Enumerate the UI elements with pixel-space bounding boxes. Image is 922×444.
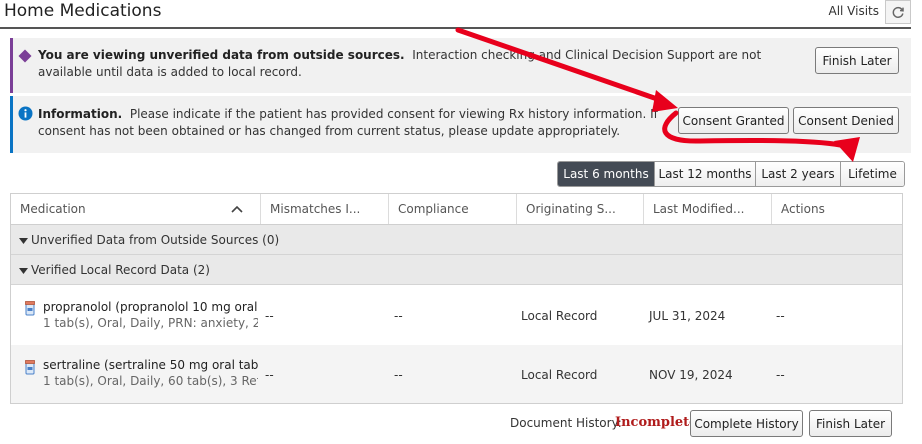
compliance-cell: -- — [394, 368, 403, 382]
finish-later-button-bottom[interactable]: Finish Later — [809, 410, 892, 437]
table-row[interactable]: sertraline (sertraline 50 mg oral tablet… — [11, 345, 902, 403]
complete-history-button[interactable]: Complete History — [690, 410, 803, 437]
origin-cell: Local Record — [521, 368, 598, 382]
mismatches-cell: -- — [265, 309, 274, 323]
title-bar: Home Medications All Visits — [0, 0, 911, 29]
medication-cell: propranolol (propranolol 10 mg oral tabl… — [43, 300, 258, 330]
consent-denied-button[interactable]: Consent Denied — [793, 107, 899, 134]
time-range-filter: Last 6 months Last 12 months Last 2 year… — [557, 161, 905, 187]
medication-details: 1 tab(s), Oral, Daily, 60 tab(s), 3 Refi… — [43, 374, 258, 388]
column-header-actions[interactable]: Actions — [771, 194, 902, 224]
column-header-compliance[interactable]: Compliance — [388, 194, 516, 224]
column-header-mismatches[interactable]: Mismatches I... — [260, 194, 388, 224]
table-header: Medication Mismatches I... Compliance Or… — [11, 194, 902, 225]
finish-later-button-top[interactable]: Finish Later — [815, 47, 899, 74]
column-header-originating-source[interactable]: Originating S... — [516, 194, 643, 224]
last-modified-cell: JUL 31, 2024 — [649, 309, 726, 323]
filter-last-6-months[interactable]: Last 6 months — [558, 162, 655, 186]
caret-down-icon — [19, 237, 28, 244]
group-verified[interactable]: Verified Local Record Data (2) — [11, 255, 902, 285]
consent-info-text: Please indicate if the patient has provi… — [38, 107, 658, 138]
caret-down-icon — [19, 267, 28, 274]
sort-ascending-icon[interactable] — [231, 205, 243, 213]
last-modified-cell: NOV 19, 2024 — [649, 368, 733, 382]
refresh-icon — [892, 6, 904, 18]
consent-info-banner: Information. Please indicate if the pati… — [10, 96, 911, 153]
table-row[interactable]: propranolol (propranolol 10 mg oral tabl… — [11, 286, 902, 345]
mismatches-cell: -- — [265, 368, 274, 382]
compliance-cell: -- — [394, 309, 403, 323]
medication-name[interactable]: propranolol (propranolol 10 mg oral tabl… — [43, 300, 258, 314]
refresh-button[interactable] — [885, 0, 911, 24]
filter-last-2-years[interactable]: Last 2 years — [756, 162, 841, 186]
group-unverified[interactable]: Unverified Data from Outside Sources (0) — [11, 225, 902, 255]
all-visits-label[interactable]: All Visits — [828, 4, 879, 18]
actions-cell: -- — [776, 309, 785, 323]
page-title: Home Medications — [4, 1, 162, 21]
group-unverified-label: Unverified Data from Outside Sources (0) — [31, 233, 280, 247]
medication-details: 1 tab(s), Oral, Daily, PRN: anxiety, 20 … — [43, 316, 258, 330]
document-history-status: Incomplete — [615, 415, 698, 430]
column-header-medication[interactable]: Medication — [11, 194, 260, 224]
unverified-data-message: You are viewing unverified data from out… — [38, 47, 818, 81]
actions-cell: -- — [776, 368, 785, 382]
group-verified-label: Verified Local Record Data (2) — [31, 263, 210, 277]
medication-name[interactable]: sertraline (sertraline 50 mg oral tablet… — [43, 358, 258, 372]
column-header-last-modified[interactable]: Last Modified... — [643, 194, 771, 224]
filter-last-12-months[interactable]: Last 12 months — [655, 162, 756, 186]
pill-bottle-icon — [25, 360, 35, 375]
unverified-data-title: You are viewing unverified data from out… — [38, 48, 405, 62]
origin-cell: Local Record — [521, 309, 598, 323]
column-header-medication-label: Medication — [20, 202, 86, 216]
pill-bottle-icon — [25, 301, 35, 316]
info-icon — [18, 106, 33, 121]
consent-info-message: Information. Please indicate if the pati… — [38, 106, 663, 140]
medication-table: Medication Mismatches I... Compliance Or… — [10, 193, 903, 404]
consent-info-title: Information. — [38, 107, 123, 121]
document-history-label: Document History: — [510, 416, 622, 430]
consent-granted-button[interactable]: Consent Granted — [678, 107, 789, 134]
filter-lifetime[interactable]: Lifetime — [841, 162, 904, 186]
unverified-data-banner: You are viewing unverified data from out… — [10, 38, 911, 93]
diamond-warning-icon — [18, 49, 32, 63]
medication-cell: sertraline (sertraline 50 mg oral tablet… — [43, 358, 258, 388]
